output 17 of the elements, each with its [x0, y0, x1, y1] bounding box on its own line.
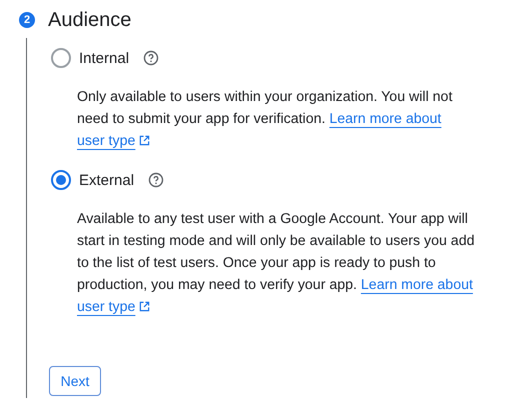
option-description: Only available to users within your organization. You will not need to submit your app for verification. Learn more about user type — [77, 88, 454, 151]
option-label: Internal — [79, 50, 130, 66]
external-link-icon — [139, 135, 150, 146]
help-icon[interactable] — [143, 50, 160, 66]
external-link-icon — [139, 301, 150, 312]
step-title: Audience — [48, 8, 132, 32]
learn-more-link[interactable]: user type — [77, 299, 136, 315]
option-label: External — [79, 172, 134, 188]
learn-more-link[interactable]: Learn more about — [360, 277, 473, 293]
option-description: Available to any test user with a Google Account. Your app will start in testing mode and will only be available to users you add to the list of test users. Once your app is ready to push to production, you may need to verify your app. Learn more about user type — [77, 210, 476, 317]
step-number: 2 — [19, 12, 35, 28]
learn-more-link[interactable]: Learn more about — [329, 111, 442, 127]
radio-button[interactable] — [51, 48, 71, 68]
radio-button[interactable] — [51, 170, 71, 190]
help-icon[interactable] — [148, 172, 164, 188]
next-button[interactable]: Next — [49, 366, 101, 396]
learn-more-link[interactable]: user type — [77, 133, 136, 149]
